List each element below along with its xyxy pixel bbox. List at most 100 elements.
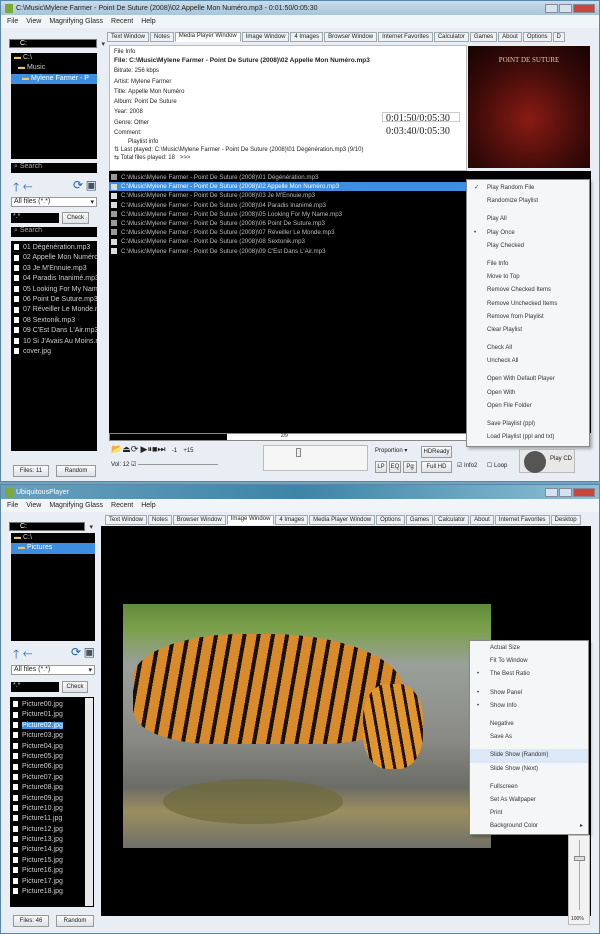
- fullhd-button[interactable]: Full HD: [421, 461, 452, 473]
- menu-magnifying-glass[interactable]: Magnifying Glass: [49, 18, 103, 25]
- file-item[interactable]: cover.jpg: [11, 347, 97, 357]
- playlist-checkbox[interactable]: [111, 247, 117, 254]
- file-item[interactable]: Picture14.jpg: [10, 845, 94, 855]
- menu-item-clear-playlist[interactable]: Clear Playlist: [467, 324, 589, 337]
- back-arrow-icon[interactable]: 🡐: [23, 180, 33, 194]
- menu-help[interactable]: Help: [141, 18, 155, 25]
- menu-item-randomize-playlist[interactable]: Randomize Playlist: [467, 195, 589, 208]
- tab-games[interactable]: Games: [469, 32, 498, 42]
- menu-recent[interactable]: Recent: [111, 18, 133, 25]
- file-filter-select[interactable]: All files (*.*) ▾: [11, 197, 97, 207]
- lp-button[interactable]: LP: [375, 461, 387, 473]
- menu-item-slide-show-random-[interactable]: Slide Show (Random): [470, 749, 588, 763]
- tab-browser-window[interactable]: Browser Window: [324, 32, 378, 42]
- tab-browser-window[interactable]: Browser Window: [172, 515, 226, 525]
- pg-button[interactable]: Pg: [403, 461, 417, 473]
- menu-view[interactable]: View: [26, 502, 41, 509]
- tab-options[interactable]: Options: [522, 32, 552, 42]
- playlist-row[interactable]: C:\Music\Mylene Farmer - Point De Suture…: [109, 182, 466, 192]
- minimize-button[interactable]: [545, 3, 558, 13]
- refresh-icon[interactable]: ⟳: [71, 645, 81, 659]
- check-pattern-input[interactable]: *.*: [11, 682, 59, 692]
- sort-icon[interactable]: ⇅: [114, 147, 121, 153]
- file-item[interactable]: 08 Sextonik.mp3: [11, 316, 97, 326]
- file-item[interactable]: Picture08.jpg: [10, 783, 94, 793]
- maximize-button[interactable]: [559, 487, 572, 497]
- folder-tree[interactable]: ▬ C:\ ▬ Music ▬ Mylene Farmer - P: [11, 53, 97, 159]
- tab-text-window[interactable]: Text Window: [105, 515, 148, 525]
- menu-item-save-as[interactable]: Save As: [470, 731, 588, 744]
- file-item[interactable]: Picture10.jpg: [10, 804, 94, 814]
- file-item[interactable]: 09 C'Est Dans L'Air.mp3: [11, 326, 97, 336]
- file-item[interactable]: 03 Je M'Ennuie.mp3: [11, 264, 97, 274]
- playlist-checkbox[interactable]: [111, 220, 117, 227]
- tab-internet-favorites[interactable]: Internet Favorites: [494, 515, 550, 525]
- back-arrow-icon[interactable]: 🡐: [23, 647, 33, 661]
- menu-item-open-with[interactable]: Open With: [467, 387, 589, 400]
- tree-node[interactable]: ▬ C:\: [11, 533, 95, 543]
- proportion-select[interactable]: Proportion ▾: [375, 447, 407, 454]
- menu-item-print[interactable]: Print: [470, 807, 588, 820]
- maximize-button[interactable]: [559, 3, 572, 13]
- file-item[interactable]: 05 Looking For My Name.mp3: [11, 285, 97, 295]
- file-filter-select[interactable]: All files (*.*) ▾: [11, 665, 95, 675]
- zoom-slider[interactable]: 100%: [568, 835, 590, 925]
- file-item[interactable]: 01 Dégénération.mp3: [11, 243, 97, 253]
- file-item[interactable]: Picture06.jpg: [10, 762, 94, 772]
- menu-file[interactable]: File: [7, 18, 18, 25]
- playlist-checkbox[interactable]: [111, 201, 117, 208]
- balance-slider[interactable]: [263, 445, 368, 471]
- menu-item-uncheck-all[interactable]: Uncheck All: [467, 355, 589, 368]
- menu-item-background-color[interactable]: Background Color ▸: [470, 820, 588, 833]
- file-item[interactable]: Picture16.jpg: [10, 866, 94, 876]
- more-link[interactable]: >>>: [180, 155, 191, 161]
- tree-node[interactable]: ▬ Music: [11, 63, 97, 73]
- hdready-button[interactable]: HDReady: [421, 446, 452, 458]
- folder-search-input[interactable]: ⌕ Search: [11, 163, 97, 173]
- file-list-scrollbar[interactable]: [85, 698, 93, 906]
- file-item[interactable]: Picture01.jpg: [10, 710, 94, 720]
- menu-file[interactable]: File: [7, 502, 18, 509]
- playlist-checkbox[interactable]: [111, 229, 117, 236]
- menu-help[interactable]: Help: [141, 502, 155, 509]
- info2-checkbox[interactable]: ☑ Info2: [457, 462, 477, 469]
- skip-back-button[interactable]: -1: [172, 448, 177, 454]
- swap-icon[interactable]: ⇆: [114, 155, 121, 161]
- folder-tree[interactable]: ▬ C:\ ▬ Pictures: [11, 533, 95, 641]
- menu-item-slide-show-next-[interactable]: Slide Show (Next): [470, 763, 588, 776]
- tree-node[interactable]: ▬ Pictures: [11, 543, 95, 554]
- menu-item-play-all[interactable]: Play All: [467, 213, 589, 226]
- menu-recent[interactable]: Recent: [111, 502, 133, 509]
- menu-item-fullscreen[interactable]: Fullscreen: [470, 781, 588, 794]
- menu-item-play-checked[interactable]: Play Checked: [467, 240, 589, 253]
- tab-media-player-window[interactable]: Media Player Window: [309, 515, 376, 525]
- file-item[interactable]: 02 Appelle Mon Numéro.mp3: [11, 253, 97, 263]
- menu-item-fit-to-window[interactable]: Fit To Window: [470, 655, 588, 668]
- menu-item-play-once[interactable]: • Play Once: [467, 227, 589, 240]
- menu-item-negative[interactable]: Negative: [470, 718, 588, 731]
- file-item[interactable]: Picture02.jpg: [10, 721, 94, 731]
- tree-node[interactable]: ▬ Mylene Farmer - P: [11, 73, 97, 85]
- tab-about[interactable]: About: [498, 32, 522, 42]
- random-button[interactable]: Random: [56, 915, 94, 927]
- file-item[interactable]: Picture00.jpg: [10, 700, 94, 710]
- tab-internet-favorites[interactable]: Internet Favorites: [378, 32, 433, 42]
- tab-desktop[interactable]: Desktop: [550, 515, 581, 525]
- playlist-checkbox[interactable]: [111, 192, 117, 199]
- seek-bar[interactable]: 2/9: [109, 433, 467, 441]
- check-button[interactable]: Check: [62, 212, 89, 224]
- menu-view[interactable]: View: [26, 18, 41, 25]
- close-button[interactable]: [573, 3, 595, 13]
- playlist-checkbox[interactable]: [111, 174, 117, 181]
- file-item[interactable]: Picture18.jpg: [10, 887, 94, 897]
- menu-item-remove-unchecked-items[interactable]: Remove Unchecked Items: [467, 298, 589, 311]
- tab-calculator[interactable]: Calculator: [433, 32, 469, 42]
- tab-image-window[interactable]: Image Window: [241, 32, 290, 42]
- up-arrow-icon[interactable]: 🡑: [13, 647, 19, 661]
- menu-item-actual-size[interactable]: Actual Size: [470, 642, 588, 655]
- file-item[interactable]: Picture04.jpg: [10, 742, 94, 752]
- check-pattern-input[interactable]: *.*: [11, 213, 59, 223]
- file-item[interactable]: Picture13.jpg: [10, 835, 94, 845]
- menu-item-show-panel[interactable]: • Show Panel: [470, 687, 588, 700]
- file-item[interactable]: Picture17.jpg: [10, 877, 94, 887]
